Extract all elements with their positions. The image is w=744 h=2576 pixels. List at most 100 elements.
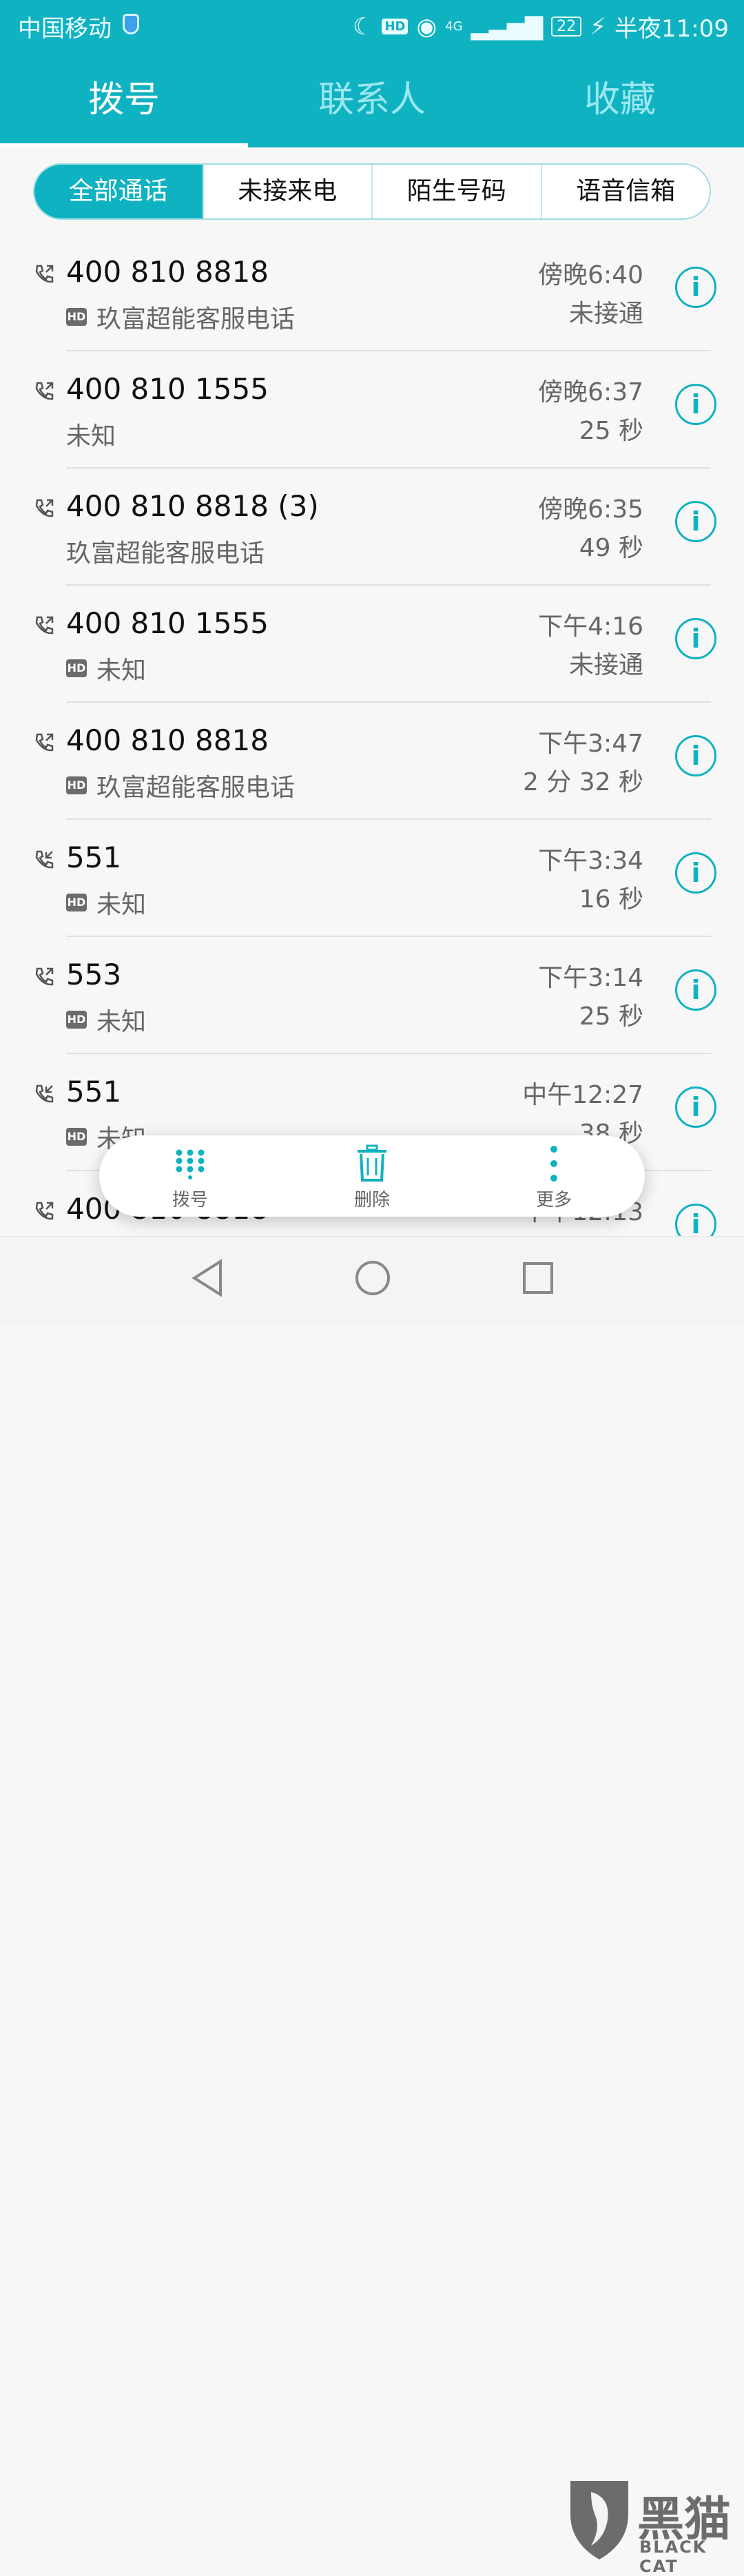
call-contact-name: 玖富超能客服电话	[96, 774, 296, 802]
clock-label: 半夜11:09	[614, 15, 729, 43]
call-info-button[interactable]: i	[675, 852, 716, 894]
hd-badge: HD	[66, 659, 87, 677]
delete-button[interactable]: 删除	[310, 1142, 434, 1211]
call-number: 553	[66, 958, 122, 991]
call-duration: 49 秒	[579, 534, 643, 562]
tab-contacts[interactable]: 联系人	[248, 65, 496, 134]
call-duration: 25 秒	[579, 417, 643, 445]
call-contact-name: 未知	[96, 657, 147, 685]
call-log-row[interactable]: 400 810 8818 HD 玖富超能客服电话 傍晚6:40 未接通 i	[0, 234, 744, 351]
call-contact-name: 玖富超能客服电话	[96, 305, 296, 333]
more-button-label: 更多	[535, 1189, 572, 1210]
call-contact-name: 未知	[96, 891, 147, 919]
tab-indicator	[0, 143, 248, 147]
trash-icon	[310, 1142, 434, 1186]
back-icon[interactable]	[190, 1259, 225, 1300]
call-contact-name: 玖富超能客服电话	[66, 539, 265, 568]
filter-missed-calls[interactable]: 未接来电	[202, 165, 372, 218]
recents-icon[interactable]	[521, 1259, 555, 1300]
call-info-button[interactable]: i	[675, 267, 716, 308]
filter-all-calls[interactable]: 全部通话	[34, 165, 203, 218]
battery-icon: 22	[551, 17, 582, 37]
call-time: 傍晚6:37	[538, 378, 643, 406]
eye-icon: ◉	[416, 12, 437, 41]
main-tabs: 拨号 联系人 收藏	[0, 65, 744, 134]
call-info-button[interactable]: i	[675, 735, 716, 776]
dial-button[interactable]: 拨号	[128, 1142, 252, 1211]
call-filter-segment: 全部通话 未接来电 陌生号码 语音信箱	[33, 163, 711, 220]
call-number: 400 810 1555	[66, 372, 269, 406]
dialpad-icon	[128, 1142, 252, 1186]
system-nav-bar: 黑猫 BLACK CAT	[0, 1236, 744, 2576]
outgoing-call-icon	[33, 497, 55, 522]
call-number: 551	[66, 1075, 122, 1109]
call-time: 傍晚6:35	[538, 495, 643, 524]
charging-icon: ⚡	[590, 12, 607, 41]
call-contact-name: 未知	[96, 1008, 147, 1036]
home-icon[interactable]	[354, 1259, 391, 1300]
call-number: 400 810 8818	[66, 723, 269, 757]
call-log-row[interactable]: 400 810 1555 未知 傍晚6:37 25 秒 i	[0, 351, 744, 468]
status-icons: ☾ HD ◉ 4G ▂▃▅▇ 22 ⚡ 半夜11:09	[353, 10, 729, 43]
tab-favorites[interactable]: 收藏	[496, 65, 744, 134]
hd-badge: HD	[66, 1128, 87, 1146]
call-time: 下午3:47	[538, 730, 643, 758]
hd-badge: HD	[66, 308, 87, 326]
outgoing-call-icon	[33, 732, 55, 756]
call-duration: 未接通	[568, 651, 643, 679]
signal-icon: ▂▃▅▇	[471, 12, 544, 41]
hd-badge: HD	[66, 894, 87, 911]
call-log-row[interactable]: 400 810 8818 (3) 玖富超能客服电话 傍晚6:35 49 秒 i	[0, 468, 744, 586]
call-time: 下午3:34	[538, 847, 643, 875]
outgoing-call-icon	[33, 615, 55, 639]
call-log-list: 400 810 8818 HD 玖富超能客服电话 傍晚6:40 未接通 i 400…	[0, 234, 744, 1288]
call-duration: 25 秒	[579, 1002, 643, 1031]
call-duration: 16 秒	[579, 885, 643, 914]
call-time: 下午4:16	[538, 612, 643, 641]
call-time: 中午12:27	[522, 1081, 643, 1109]
call-info-button[interactable]: i	[675, 1086, 716, 1128]
floating-action-bar: 拨号 删除 更多	[99, 1135, 645, 1217]
hd-icon: HD	[382, 19, 409, 34]
call-info-button[interactable]: i	[675, 384, 716, 425]
watermark-subtext: BLACK CAT	[639, 2537, 707, 2576]
app-header: 中国移动 ☾ HD ◉ 4G ▂▃▅▇ 22 ⚡ 半夜11:09 拨号 联系人 …	[0, 0, 744, 147]
tab-dial[interactable]: 拨号	[0, 65, 248, 134]
hd-badge: HD	[66, 776, 87, 794]
call-log-row[interactable]: 551 HD 未知 下午3:34 16 秒 i	[0, 820, 744, 937]
call-number: 400 810 8818	[66, 255, 269, 289]
call-info-button[interactable]: i	[675, 501, 716, 542]
outgoing-call-icon	[33, 263, 55, 288]
call-number: 400 810 8818 (3)	[66, 489, 319, 523]
call-log-row[interactable]: 553 HD 未知 下午3:14 25 秒 i	[0, 937, 744, 1054]
outgoing-call-icon	[33, 1200, 55, 1225]
incoming-call-icon	[33, 849, 55, 874]
call-info-button[interactable]: i	[675, 969, 716, 1011]
call-info-button[interactable]: i	[675, 618, 716, 659]
shield-icon	[123, 14, 139, 34]
cat-logo-icon	[570, 2481, 628, 2559]
black-cat-watermark: 黑猫 BLACK CAT	[565, 2474, 744, 2576]
call-duration: 2 分 32 秒	[522, 768, 643, 796]
call-log-row[interactable]: 400 810 1555 HD 未知 下午4:16 未接通 i	[0, 586, 744, 703]
outgoing-call-icon	[33, 966, 55, 991]
outgoing-call-icon	[33, 380, 55, 405]
status-bar: 中国移动 ☾ HD ◉ 4G ▂▃▅▇ 22 ⚡ 半夜11:09	[0, 0, 744, 50]
carrier-label: 中国移动	[18, 15, 112, 43]
call-time: 下午3:14	[538, 964, 643, 992]
call-log-row[interactable]: 400 810 8818 HD 玖富超能客服电话 下午3:47 2 分 32 秒 …	[0, 703, 744, 820]
call-number: 551	[66, 841, 122, 874]
call-time: 傍晚6:40	[538, 261, 643, 289]
call-duration: 未接通	[568, 300, 643, 328]
hd-badge: HD	[66, 1011, 87, 1029]
moon-icon: ☾	[352, 12, 374, 41]
filter-voicemail[interactable]: 语音信箱	[540, 165, 710, 218]
delete-button-label: 删除	[353, 1189, 390, 1210]
network-label: 4G	[445, 19, 463, 34]
more-button[interactable]: 更多	[492, 1142, 616, 1211]
more-vertical-icon	[492, 1142, 616, 1186]
call-contact-name: 未知	[66, 422, 116, 451]
incoming-call-icon	[33, 1083, 55, 1108]
filter-unknown-numbers[interactable]: 陌生号码	[371, 165, 541, 218]
call-number: 400 810 1555	[66, 606, 269, 640]
